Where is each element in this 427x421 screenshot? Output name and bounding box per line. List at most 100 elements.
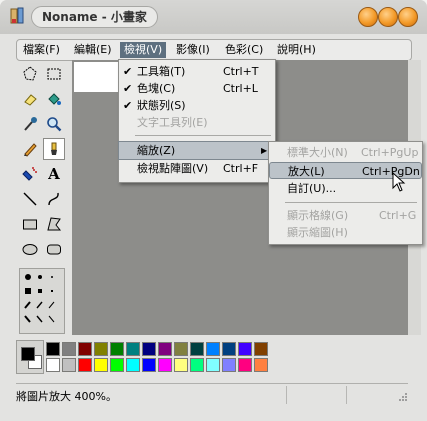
zoom-normal-label: 標準大小(N) — [287, 146, 348, 159]
rounded-rect-tool-icon[interactable] — [43, 238, 65, 260]
minimize-button[interactable] — [358, 7, 378, 27]
view-toolbox-shortcut: Ctrl+T — [223, 65, 259, 78]
check-icon: ✔ — [123, 82, 133, 95]
view-bitmap-label: 檢視點陣圖(V) — [137, 162, 209, 175]
palette-swatch[interactable] — [174, 342, 188, 356]
drawing-canvas[interactable] — [74, 62, 120, 92]
ellipse-tool-icon[interactable] — [19, 238, 41, 260]
palette-swatch[interactable] — [62, 342, 76, 356]
show-grid-shortcut: Ctrl+G — [379, 209, 417, 222]
current-colors[interactable] — [16, 340, 44, 374]
airbrush-icon[interactable] — [19, 163, 41, 185]
show-grid-item[interactable]: 顯示格線(G) Ctrl+G — [269, 207, 422, 224]
magnifier-icon[interactable] — [43, 113, 65, 135]
view-statusbar-item[interactable]: ✔ 狀態列(S) — [119, 97, 275, 114]
palette-swatch[interactable] — [206, 358, 220, 372]
view-toolbox-item[interactable]: ✔ 工具箱(T) Ctrl+T — [119, 63, 275, 80]
status-text: 將圖片放大 400%。 — [16, 390, 117, 403]
status-coordinates — [286, 386, 347, 404]
palette-swatch[interactable] — [190, 358, 204, 372]
menu-view[interactable]: 檢視(V) — [120, 42, 167, 58]
palette-swatch[interactable] — [158, 342, 172, 356]
menu-help[interactable]: 說明(H) — [273, 42, 320, 58]
palette-swatch[interactable] — [190, 342, 204, 356]
pencil-icon[interactable] — [19, 138, 41, 160]
color-palette — [16, 338, 408, 376]
menu-image[interactable]: 影像(I) — [172, 42, 214, 58]
view-toolbox-label: 工具箱(T) — [137, 65, 186, 78]
palette-swatch[interactable] — [238, 342, 252, 356]
palette-swatch[interactable] — [110, 358, 124, 372]
fill-bucket-icon[interactable] — [43, 88, 65, 110]
zoom-normal-item[interactable]: 標準大小(N) Ctrl+PgUp — [269, 144, 422, 161]
palette-swatch[interactable] — [78, 358, 92, 372]
view-bitmap-item[interactable]: 檢視點陣圖(V) Ctrl+F — [119, 160, 275, 177]
palette-swatch[interactable] — [78, 342, 92, 356]
palette-swatch[interactable] — [126, 342, 140, 356]
menu-separator — [285, 202, 417, 203]
text-tool-icon[interactable]: A — [43, 163, 65, 185]
curve-tool-icon[interactable] — [43, 188, 65, 210]
foreground-color-swatch[interactable] — [21, 347, 35, 361]
palette-swatch[interactable] — [94, 342, 108, 356]
palette-swatch[interactable] — [46, 358, 60, 372]
check-icon: ✔ — [123, 99, 133, 112]
paint-window: Noname - 小畫家 檔案(F) 編輯(E) 檢視(V) 影像(I) 色彩(… — [0, 0, 427, 421]
menu-edit[interactable]: 編輯(E) — [70, 42, 116, 58]
palette-swatch[interactable] — [206, 342, 220, 356]
palette-swatch[interactable] — [62, 358, 76, 372]
mouse-cursor-icon — [392, 172, 406, 192]
view-colorbox-item[interactable]: ✔ 色塊(C) Ctrl+L — [119, 80, 275, 97]
line-tool-icon[interactable] — [19, 188, 41, 210]
palette-swatch[interactable] — [46, 342, 60, 356]
palette-swatch[interactable] — [126, 358, 140, 372]
palette-swatch[interactable] — [174, 358, 188, 372]
palette-swatch[interactable] — [142, 358, 156, 372]
title-bar[interactable]: Noname - 小畫家 — [0, 0, 427, 34]
palette-swatch[interactable] — [142, 342, 156, 356]
view-colorbox-shortcut: Ctrl+L — [223, 82, 258, 95]
paint-app-icon — [10, 7, 24, 24]
brush-icon[interactable] — [43, 138, 65, 160]
palette-swatch[interactable] — [158, 358, 172, 372]
view-colorbox-label: 色塊(C) — [137, 82, 176, 95]
color-picker-icon[interactable] — [19, 113, 41, 135]
view-text-toolbar-label: 文字工具列(E) — [137, 116, 208, 129]
palette-swatch[interactable] — [94, 358, 108, 372]
free-select-icon[interactable] — [19, 63, 41, 85]
zoom-large-shortcut: Ctrl+PgDn — [362, 165, 420, 178]
zoom-normal-shortcut: Ctrl+PgUp — [361, 146, 419, 159]
zoom-submenu: 標準大小(N) Ctrl+PgUp 放大(L) Ctrl+PgDn 自訂(U).… — [268, 141, 423, 245]
rect-select-icon[interactable] — [43, 63, 65, 85]
check-icon: ✔ — [123, 65, 133, 78]
close-button[interactable] — [398, 7, 418, 27]
view-zoom-label: 縮放(Z) — [137, 144, 176, 157]
menu-separator — [135, 135, 271, 136]
palette-swatch[interactable] — [254, 358, 268, 372]
submenu-arrow-icon: ▶ — [261, 146, 268, 155]
show-thumbnail-label: 顯示縮圖(H) — [287, 226, 348, 239]
view-text-toolbar-item[interactable]: 文字工具列(E) — [119, 114, 275, 131]
view-statusbar-label: 狀態列(S) — [137, 99, 186, 112]
show-grid-label: 顯示格線(G) — [287, 209, 349, 222]
palette-swatch[interactable] — [222, 358, 236, 372]
maximize-button[interactable] — [378, 7, 398, 27]
menu-colors[interactable]: 色彩(C) — [221, 42, 267, 58]
show-thumbnail-item[interactable]: 顯示縮圖(H) — [269, 224, 422, 241]
palette-swatch[interactable] — [238, 358, 252, 372]
rectangle-tool-icon[interactable] — [19, 213, 41, 235]
resize-grip-icon[interactable] — [398, 390, 408, 404]
eraser-icon[interactable] — [19, 88, 41, 110]
palette-swatch[interactable] — [110, 342, 124, 356]
palette-swatch[interactable] — [254, 342, 268, 356]
palette-swatch[interactable] — [222, 342, 236, 356]
tool-options[interactable] — [19, 268, 65, 334]
menu-file[interactable]: 檔案(F) — [19, 42, 64, 58]
zoom-large-label: 放大(L) — [288, 165, 325, 178]
status-size — [346, 386, 399, 404]
brush-shape-options[interactable] — [20, 269, 64, 333]
view-zoom-item[interactable]: 縮放(Z) ▶ — [118, 141, 276, 160]
polygon-tool-icon[interactable] — [43, 213, 65, 235]
menu-bar: 檔案(F) 編輯(E) 檢視(V) 影像(I) 色彩(C) 說明(H) — [16, 39, 412, 61]
view-bitmap-shortcut: Ctrl+F — [223, 162, 259, 175]
